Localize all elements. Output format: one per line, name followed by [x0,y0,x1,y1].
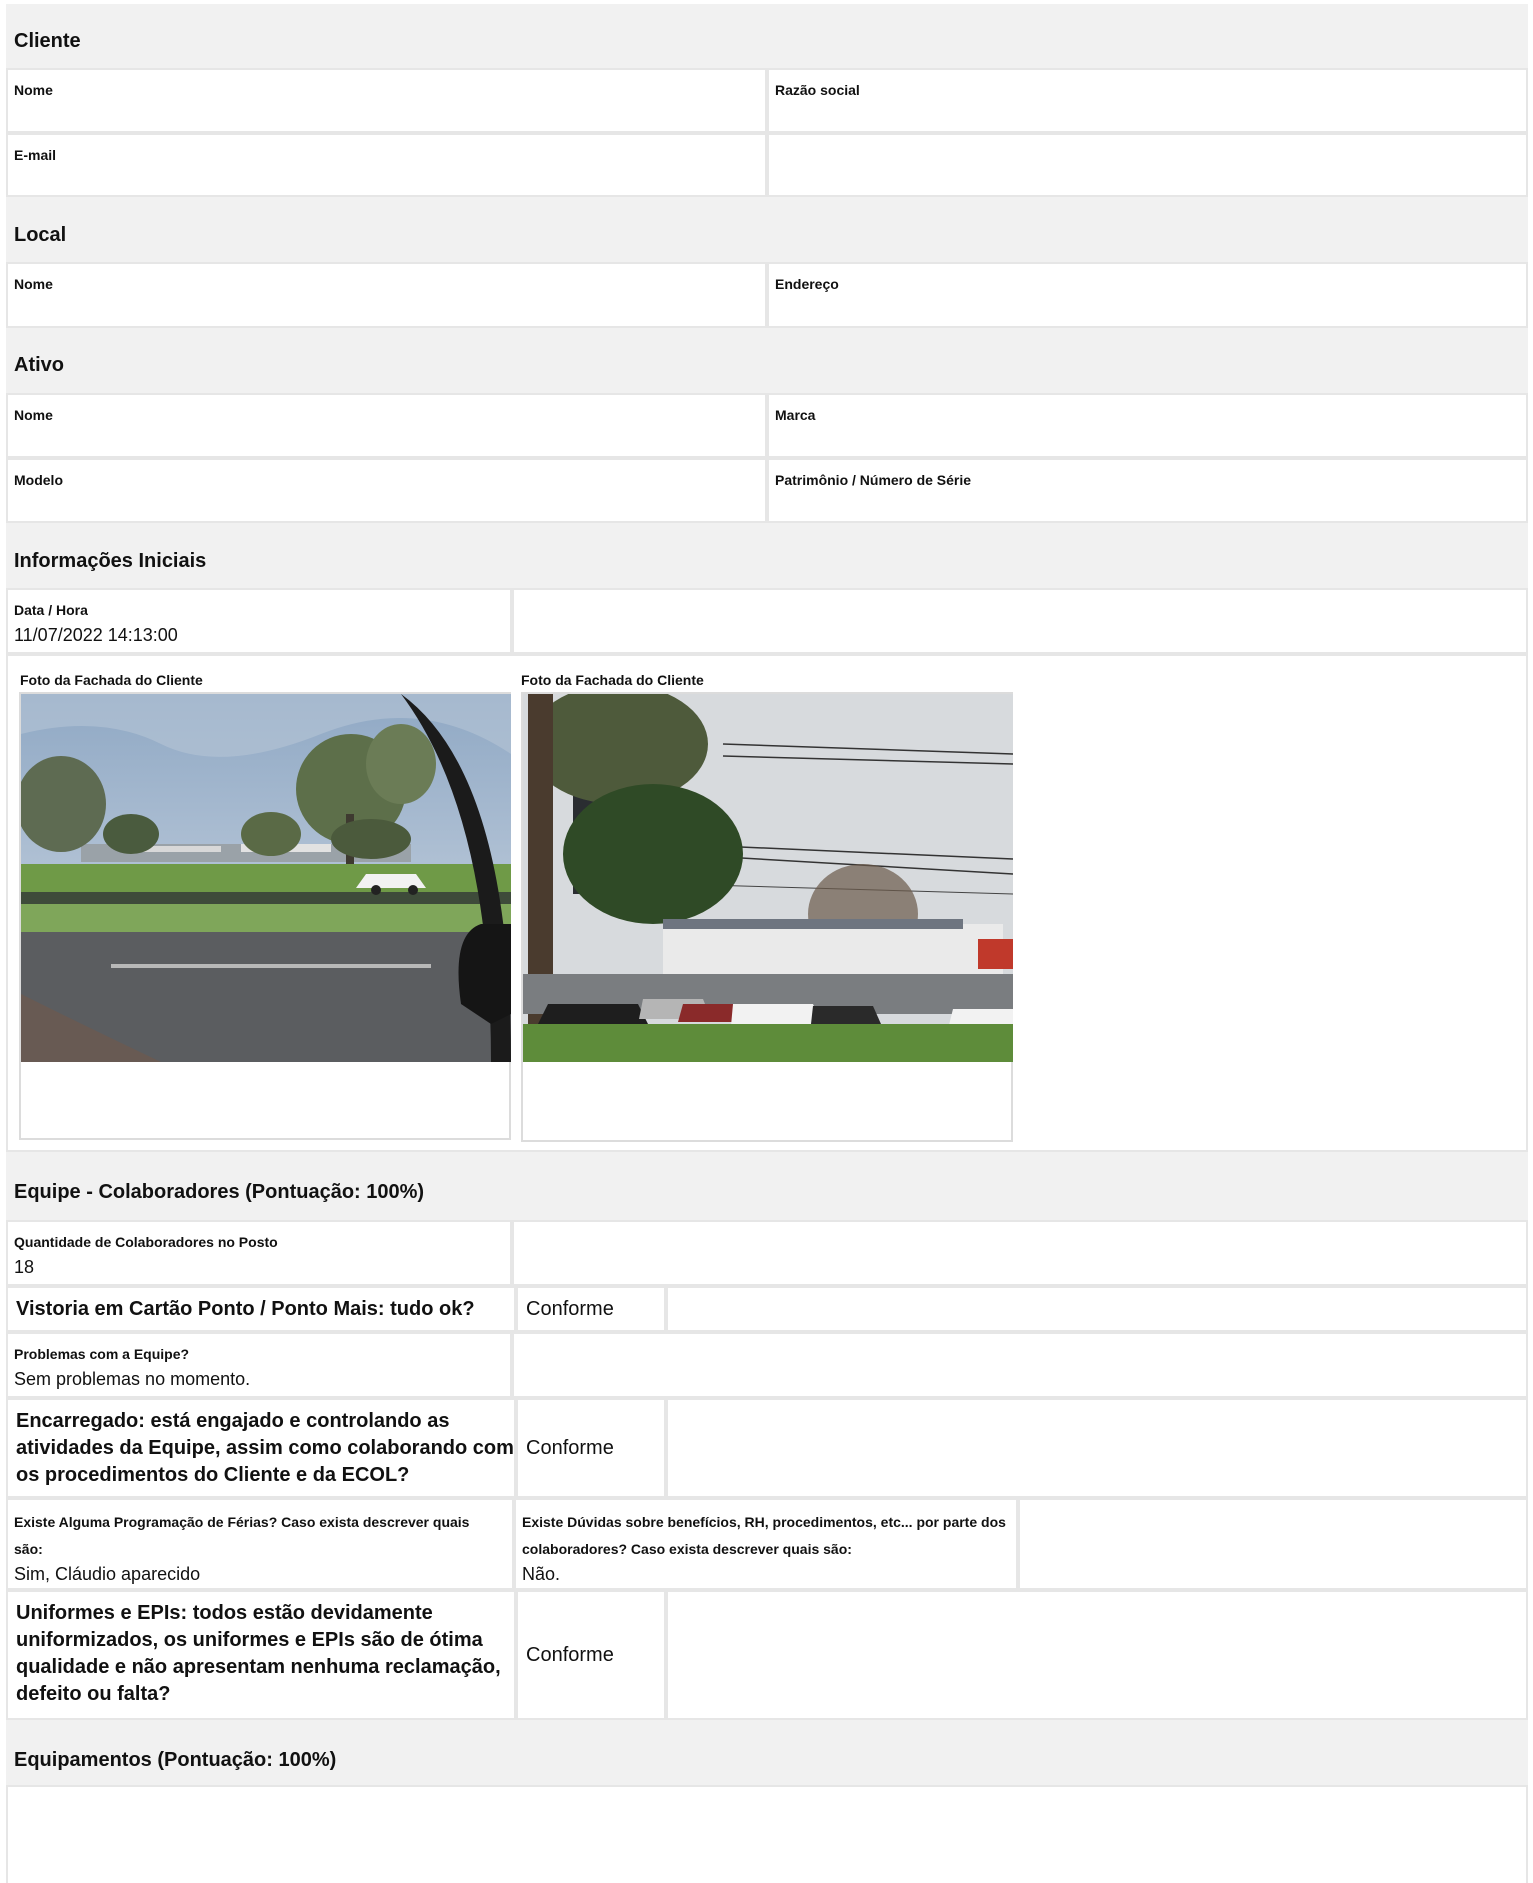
empty-cell [666,1286,1528,1332]
field-label: Existe Dúvidas sobre benefícios, RH, pro… [522,1514,1006,1530]
field-ativo-nome: Nome [6,393,767,458]
section-title-local: Local [14,224,67,246]
field-label: Nome [14,407,53,423]
field-problemas-equipe: Problemas com a Equipe? Sem problemas no… [6,1332,512,1398]
field-label: Data / Hora [14,602,88,618]
field-value: Sim, Cláudio aparecido [14,1564,201,1584]
section-title-equipamentos: Equipamentos (Pontuação: 100%) [14,1749,337,1771]
field-ativo-modelo: Modelo [6,458,767,523]
field-label: Quantidade de Colaboradores no Posto [14,1234,278,1250]
question-vistoria: Vistoria em Cartão Ponto / Ponto Mais: t… [6,1286,516,1332]
question-text: qualidade e não apresentam nenhuma recla… [16,1656,501,1678]
field-label: Problemas com a Equipe? [14,1346,190,1362]
field-value: Sem problemas no momento. [14,1369,251,1389]
field-label: Endereço [775,276,839,292]
field-label: E-mail [14,147,57,163]
question-text: defeito ou falta? [16,1683,171,1705]
field-quantidade-colaboradores: Quantidade de Colaboradores no Posto 18 [6,1220,512,1286]
field-cliente-email: E-mail [6,133,767,197]
field-value: Não. [522,1564,561,1584]
question-text: Uniformes e EPIs: todos estão devidament… [16,1602,433,1624]
answer-encarregado: Conforme [516,1398,666,1498]
question-text: uniformizados, os uniformes e EPIs são d… [16,1629,483,1651]
field-cliente-razao-social: Razão social [767,68,1528,133]
section-title-ativo: Ativo [14,354,64,376]
field-value: 11/07/2022 14:13:00 [14,625,178,645]
field-label: Modelo [14,472,63,488]
field-duvidas-beneficios: Existe Dúvidas sobre benefícios, RH, pro… [514,1498,1018,1590]
field-label: Marca [775,407,816,423]
field-cliente-nome: Nome [6,68,767,133]
facade-photo-1-image [21,694,511,1062]
field-label: colaboradores? Caso exista descrever qua… [522,1541,852,1557]
field-label: Nome [14,276,53,292]
section-title-cliente: Cliente [14,30,81,52]
facade-photo-2-image [523,694,1013,1062]
field-data-hora: Data / Hora 11/07/2022 14:13:00 [6,588,512,654]
answer-text: Conforme [526,1437,614,1459]
question-text: Vistoria em Cartão Ponto / Ponto Mais: t… [16,1298,475,1320]
question-text: os procedimentos do Cliente e da ECOL? [16,1464,410,1486]
empty-cell [512,1332,1528,1398]
field-label: Nome [14,82,53,98]
question-uniformes-epis: Uniformes e EPIs: todos estão devidament… [6,1590,516,1720]
equipamentos-content [6,1785,1528,1883]
empty-cell [512,588,1528,654]
question-encarregado: Encarregado: está engajado e controlando… [6,1398,516,1498]
field-local-nome: Nome [6,262,767,328]
photo-label-2: Foto da Fachada do Cliente [521,672,704,688]
answer-text: Conforme [526,1298,614,1320]
field-label: Razão social [775,82,860,98]
question-text: Encarregado: está engajado e controlando… [16,1410,450,1432]
empty-cell [512,1220,1528,1286]
field-local-endereco: Endereço [767,262,1528,328]
empty-cell [666,1590,1528,1720]
field-programacao-ferias: Existe Alguma Programação de Férias? Cas… [6,1498,514,1590]
field-value: 18 [14,1257,35,1277]
empty-cell [666,1398,1528,1498]
field-label: Patrimônio / Número de Série [775,472,972,488]
answer-uniformes-epis: Conforme [516,1590,666,1720]
answer-vistoria: Conforme [516,1286,666,1332]
question-text: atividades da Equipe, assim como colabor… [16,1437,514,1459]
field-ativo-marca: Marca [767,393,1528,458]
empty-cell [767,133,1528,197]
section-title-equipe: Equipe - Colaboradores (Pontuação: 100%) [14,1181,425,1203]
empty-cell [1018,1498,1528,1590]
section-title-informacoes: Informações Iniciais [14,550,207,572]
answer-text: Conforme [526,1644,614,1666]
field-label: Existe Alguma Programação de Férias? Cas… [14,1514,470,1530]
photo-fachada-2[interactable] [521,692,1013,1142]
field-ativo-patrimonio: Patrimônio / Número de Série [767,458,1528,523]
photo-label-1: Foto da Fachada do Cliente [20,672,203,688]
photo-fachada-1[interactable] [19,692,511,1140]
field-label: são: [14,1541,43,1557]
